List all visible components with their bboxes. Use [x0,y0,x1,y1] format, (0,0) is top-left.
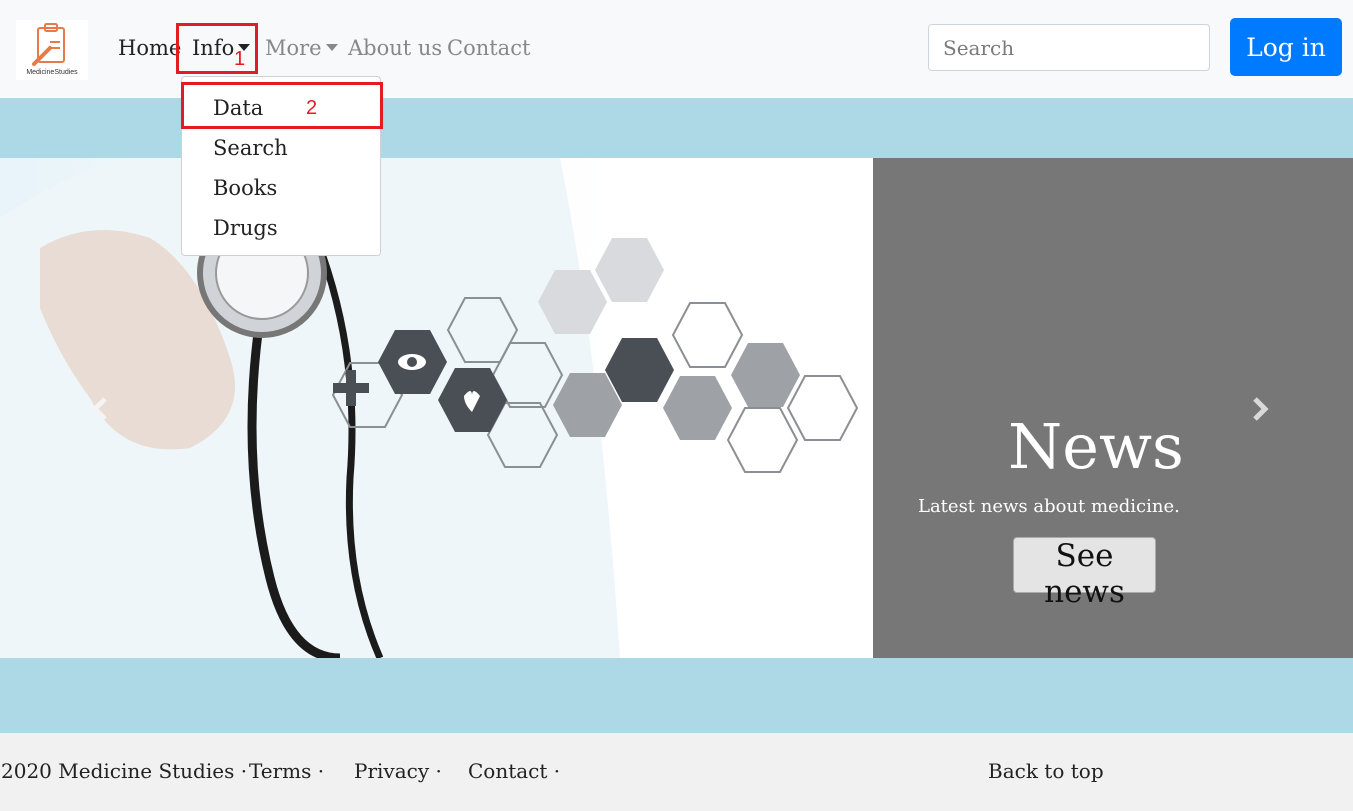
nav-about[interactable]: About us [348,34,442,62]
annotation-box-2 [181,82,383,129]
back-to-top-link[interactable]: Back to top [988,759,1104,783]
brand-logo[interactable]: MedicineStudies [16,20,88,80]
logo-text: MedicineStudies [26,69,78,76]
search-input[interactable] [928,24,1210,71]
login-button[interactable]: Log in [1230,18,1342,76]
see-news-button[interactable]: See news [1013,537,1156,610]
medical-illustration [0,158,859,658]
chevron-right-icon[interactable] [1248,396,1272,422]
footer-terms-link[interactable]: Terms · [249,759,324,783]
clipboard-medicine-icon [32,23,65,66]
bottom-band [0,658,1353,733]
annotation-box-1 [176,23,258,74]
nav-more-label: More [265,36,322,60]
nav-contact[interactable]: Contact [447,34,530,62]
footer: 2020 Medicine Studies · Terms · Privacy … [0,733,1353,811]
hero-image [0,158,873,658]
annotation-label-2: 2 [306,97,318,119]
dropdown-item-search[interactable]: Search [213,136,288,160]
carousel-title: News [1008,410,1184,483]
caret-down-icon [325,44,338,51]
carousel-subtitle: Latest news about medicine. [918,496,1180,517]
footer-privacy-link[interactable]: Privacy · [354,759,442,783]
footer-contact-link[interactable]: Contact · [468,759,560,783]
chevron-left-icon[interactable] [88,396,112,422]
nav-home[interactable]: Home [118,34,181,62]
dropdown-item-books[interactable]: Books [213,176,277,200]
nav-more-dropdown[interactable]: More [265,34,338,62]
dropdown-item-drugs[interactable]: Drugs [213,216,278,240]
footer-copyright: 2020 Medicine Studies · [1,759,248,783]
annotation-label-1: 1 [234,48,246,70]
